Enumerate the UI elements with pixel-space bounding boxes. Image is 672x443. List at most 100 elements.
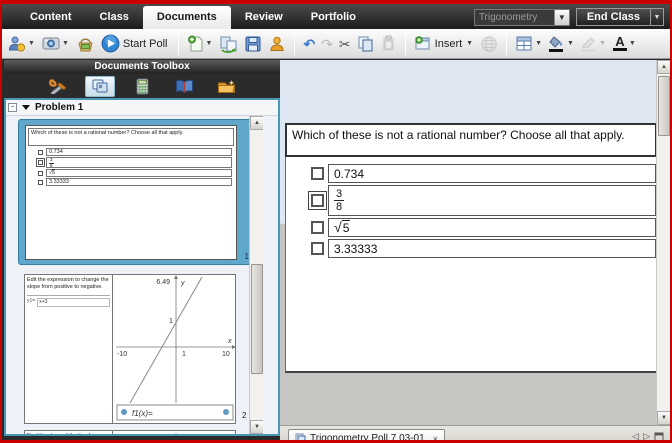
mini-checkbox xyxy=(38,160,43,165)
insert-button[interactable]: Insert ▼ xyxy=(412,33,476,54)
screen-capture-button[interactable]: ▼ xyxy=(40,33,72,55)
close-icon[interactable]: × xyxy=(429,434,438,443)
chevron-down-icon[interactable]: ▼ xyxy=(534,40,543,47)
page-thumbnail-1-selected[interactable]: Which of these is not a rational number?… xyxy=(18,119,255,265)
radical-sign: √ xyxy=(334,220,342,234)
tab-review[interactable]: Review xyxy=(231,6,297,29)
expr-value: x+3 xyxy=(37,298,110,307)
scrollbar-thumb[interactable] xyxy=(251,264,263,374)
mini-question-text: Which of these is not a rational number?… xyxy=(28,128,234,146)
option-4-field[interactable]: 3.33333 xyxy=(328,239,656,258)
scrollbar-thumb[interactable] xyxy=(658,76,670,136)
option-4-checkbox[interactable] xyxy=(311,242,324,255)
text-color-button[interactable]: A ▼ xyxy=(611,34,639,53)
fill-color-swatch xyxy=(549,49,563,52)
graph-y-axis-label: y xyxy=(180,280,185,287)
mini-prompt-text: Find the slope of the line from these po… xyxy=(27,433,99,434)
option-3-checkbox[interactable] xyxy=(311,221,324,234)
transfer-button[interactable] xyxy=(217,33,240,55)
scroll-down-icon[interactable]: ▼ xyxy=(250,420,263,434)
page-number: 2 xyxy=(242,411,246,420)
page-layout-button[interactable]: ▼ xyxy=(513,33,545,54)
scroll-up-icon[interactable]: ▲ xyxy=(250,116,263,130)
question-prompt[interactable]: Which of these is not a rational number?… xyxy=(285,123,657,157)
next-page-icon[interactable]: ▷ xyxy=(643,431,650,442)
app-window: Content Class Documents Review Portfolio… xyxy=(0,0,672,443)
option-1-checkbox[interactable] xyxy=(311,167,324,180)
fill-color-button[interactable]: ▼ xyxy=(547,34,577,54)
chevron-down-icon[interactable]: ▼ xyxy=(465,40,474,47)
send-to-class-button[interactable] xyxy=(74,33,97,55)
tab-portfolio[interactable]: Portfolio xyxy=(297,6,370,29)
document-tab-bar: Trigonometry Poll 7 03-01 × ◁ ▷ xyxy=(280,425,670,443)
restore-window-icon[interactable] xyxy=(654,432,664,442)
text-color-icon: A xyxy=(613,36,627,51)
mini-prompt-3: Find the slope of the line from these po… xyxy=(25,431,113,434)
redo-button[interactable]: ↷ xyxy=(319,35,335,53)
chevron-down-icon[interactable]: ▼ xyxy=(61,40,70,47)
start-poll-icon xyxy=(101,34,120,53)
mini-checkbox xyxy=(38,180,43,185)
option-2-checkbox[interactable] xyxy=(311,194,324,207)
add-user-button[interactable] xyxy=(266,33,288,55)
chevron-down-icon[interactable]: ▼ xyxy=(27,40,36,47)
page-thumbnail-3[interactable]: Find the slope of the line from these po… xyxy=(24,430,236,434)
document-tab[interactable]: Trigonometry Poll 7 03-01 × xyxy=(288,429,445,443)
prev-page-icon[interactable]: ◁ xyxy=(632,431,639,442)
option-2-field[interactable]: 3 8 xyxy=(328,185,656,216)
tab-content-explorer[interactable] xyxy=(169,76,199,97)
tab-documents[interactable]: Documents xyxy=(143,6,231,29)
chevron-down-icon[interactable]: ▼ xyxy=(598,40,607,47)
chevron-down-icon[interactable]: ▼ xyxy=(554,10,569,25)
toolbar-separator xyxy=(178,33,179,55)
toolbox-title: Documents Toolbox xyxy=(4,60,280,74)
tab-class[interactable]: Class xyxy=(86,6,143,29)
collapse-box-icon[interactable]: − xyxy=(8,103,17,112)
copy-button[interactable] xyxy=(355,33,376,54)
mini-checkbox xyxy=(38,171,43,176)
tab-document-tools[interactable] xyxy=(43,76,73,97)
tab-calculator[interactable] xyxy=(127,76,157,97)
thumbnails-scrollbar[interactable]: ▲ ▼ xyxy=(249,116,263,434)
chevron-down-icon[interactable]: ▼ xyxy=(566,40,575,47)
scroll-down-icon[interactable]: ▼ xyxy=(657,411,670,425)
screen-capture-icon xyxy=(42,35,60,53)
mini-expression: y1= x+3 xyxy=(27,295,110,307)
page-thumbnail-2[interactable]: Edit the expression to change the slope … xyxy=(24,274,236,424)
cut-button[interactable]: ✂ xyxy=(337,35,353,53)
student-tools-button[interactable]: ▼ xyxy=(6,33,38,55)
copy-icon xyxy=(357,35,374,52)
mini-option-row: 38 xyxy=(38,157,232,168)
fill-color-icon xyxy=(549,36,565,52)
scroll-up-icon[interactable]: ▲ xyxy=(657,60,670,74)
insert-label: Insert xyxy=(433,38,465,50)
paste-button[interactable] xyxy=(378,33,399,54)
option-1-field[interactable]: 0.734 xyxy=(328,164,656,183)
chevron-down-icon[interactable]: ▼ xyxy=(628,40,637,47)
class-select[interactable]: Trigonometry ▼ xyxy=(474,9,570,26)
basket-icon xyxy=(76,35,95,53)
mini-option-value: 38 xyxy=(46,157,232,168)
end-class-dropdown-arrow[interactable]: ▼ xyxy=(651,8,664,26)
toolbox-tab-strip xyxy=(4,74,280,98)
line-color-swatch xyxy=(581,49,595,52)
comment-button[interactable] xyxy=(478,33,500,55)
option-row-1: 0.734 xyxy=(306,164,656,183)
chevron-down-icon[interactable]: ▼ xyxy=(205,40,214,47)
start-poll-button[interactable]: Start Poll xyxy=(99,32,172,55)
problem-row[interactable]: − Problem 1 xyxy=(6,100,278,116)
new-document-button[interactable]: ▼ xyxy=(185,33,216,55)
tab-files[interactable] xyxy=(211,76,241,97)
undo-button[interactable]: ↶ xyxy=(301,35,317,53)
radicand: 5 xyxy=(342,220,351,235)
folder-icon xyxy=(217,79,236,94)
triangle-down-icon[interactable] xyxy=(22,105,30,110)
end-class-button[interactable]: End Class xyxy=(576,8,651,26)
line-color-button[interactable]: ▼ xyxy=(579,34,609,54)
option-3-field[interactable]: √ 5 xyxy=(328,218,656,237)
save-button[interactable] xyxy=(242,33,264,55)
tab-page-sorter[interactable] xyxy=(85,76,115,97)
document-scrollbar[interactable]: ▲ ▼ xyxy=(656,60,670,425)
start-poll-label: Start Poll xyxy=(121,38,170,50)
tab-content[interactable]: Content xyxy=(16,6,86,29)
